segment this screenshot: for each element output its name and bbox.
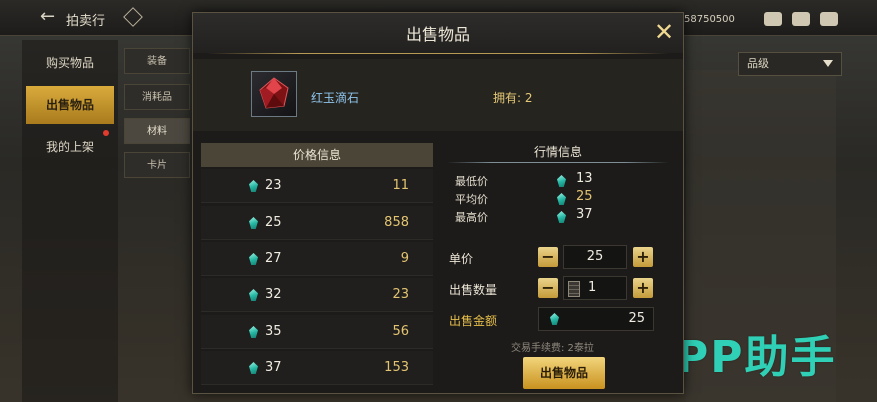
unit-price-input[interactable]: 25 xyxy=(563,245,627,269)
gem-icon xyxy=(550,313,559,325)
subtab-materials[interactable]: 材料 xyxy=(124,118,190,144)
price-row[interactable]: 32 23 xyxy=(201,278,433,312)
close-icon[interactable]: ✕ xyxy=(651,19,677,45)
average-price-label: 平均价 xyxy=(455,193,488,206)
price-row[interactable]: 27 9 xyxy=(201,242,433,276)
page-title: 拍卖行 xyxy=(66,14,106,29)
ruby-gem-svg xyxy=(259,77,289,109)
sidebar-item-buy[interactable]: 购买物品 xyxy=(26,44,114,82)
price-info-header: 价格信息 xyxy=(201,143,433,167)
divider xyxy=(207,53,669,54)
fee-note: 交易手续费: 2泰拉 xyxy=(511,343,594,354)
item-info-row: 红玉滴石 拥有: 2 xyxy=(193,59,683,131)
quantity-label: 出售数量 xyxy=(449,283,498,297)
grade-select-label: 品级 xyxy=(747,57,769,70)
price-row[interactable]: 37 153 xyxy=(201,351,433,385)
quantity-value: 153 xyxy=(384,360,409,375)
unit-price-plus-button[interactable]: + xyxy=(633,247,653,267)
gem-icon xyxy=(249,326,258,338)
lowest-price-label: 最低价 xyxy=(455,175,488,188)
quantity-value: 9 xyxy=(400,251,409,266)
price-value: 37 xyxy=(265,360,282,375)
mail-icon[interactable] xyxy=(792,12,810,26)
gem-icon xyxy=(557,211,566,223)
gem-icon xyxy=(249,180,258,192)
gem-icon xyxy=(249,362,258,374)
price-row[interactable]: 25 858 xyxy=(201,206,433,240)
notification-dot xyxy=(103,130,109,136)
total-amount-value: 25 xyxy=(628,311,645,326)
gem-icon xyxy=(249,253,258,265)
calculator-icon[interactable] xyxy=(568,281,580,297)
highest-price-label: 最高价 xyxy=(455,211,488,224)
quantity-input-value: 1 xyxy=(588,280,597,295)
crown-icon[interactable] xyxy=(764,12,782,26)
currency-amount: 58750500 xyxy=(684,14,735,25)
unit-price-label: 单价 xyxy=(449,252,474,266)
price-value: 35 xyxy=(265,324,282,339)
quantity-plus-button[interactable]: + xyxy=(633,278,653,298)
unit-price-minus-button[interactable]: − xyxy=(538,247,558,267)
sidebar-item-my-listings[interactable]: 我的上架 xyxy=(26,128,114,166)
divider xyxy=(447,162,669,163)
market-info-title: 行情信息 xyxy=(533,145,582,159)
grade-select[interactable]: 品级 xyxy=(738,52,842,76)
sidebar-item-sell[interactable]: 出售物品 xyxy=(26,86,114,124)
price-value: 25 xyxy=(265,215,282,230)
quantity-value: 56 xyxy=(392,324,409,339)
quantity-value: 23 xyxy=(392,287,409,302)
ruby-gem-icon[interactable] xyxy=(251,71,297,117)
gem-icon xyxy=(557,193,566,205)
total-amount-field: 25 xyxy=(538,307,654,331)
dialog-title: 出售物品 xyxy=(405,25,470,44)
lowest-price-value: 13 xyxy=(576,171,593,186)
subtab-cards[interactable]: 卡片 xyxy=(124,152,190,178)
chevron-down-icon xyxy=(823,60,833,67)
highest-price-value: 37 xyxy=(576,207,593,222)
gem-icon xyxy=(249,217,258,229)
price-value: 32 xyxy=(265,287,282,302)
quantity-value: 858 xyxy=(384,215,409,230)
price-row[interactable]: 35 56 xyxy=(201,315,433,349)
item-name: 红玉滴石 xyxy=(311,91,360,105)
sell-item-dialog: 出售物品 ✕ 红玉滴石 拥有: 2 价格信息 23 11 25 858 27 9… xyxy=(192,12,684,394)
dialog-header: 出售物品 ✕ xyxy=(193,13,683,53)
diamond-icon xyxy=(123,7,143,27)
chat-icon[interactable] xyxy=(820,12,838,26)
price-list: 23 11 25 858 27 9 32 23 35 56 37 153 xyxy=(201,169,433,391)
quantity-value: 11 xyxy=(392,178,409,193)
subtab-consumables[interactable]: 消耗品 xyxy=(124,84,190,110)
arrow-left-icon[interactable]: ← xyxy=(40,8,60,26)
total-amount-label: 出售金额 xyxy=(449,314,498,328)
price-value: 27 xyxy=(265,251,282,266)
owned-count: 拥有: 2 xyxy=(493,91,533,105)
price-value: 23 xyxy=(265,178,282,193)
gem-icon xyxy=(557,175,566,187)
subtab-equipment[interactable]: 装备 xyxy=(124,48,190,74)
average-price-value: 25 xyxy=(576,189,593,204)
price-row[interactable]: 23 11 xyxy=(201,169,433,203)
quantity-minus-button[interactable]: − xyxy=(538,278,558,298)
sell-button[interactable]: 出售物品 xyxy=(523,357,605,389)
gem-icon xyxy=(249,289,258,301)
watermark-logo: PP助手 xyxy=(676,332,837,383)
